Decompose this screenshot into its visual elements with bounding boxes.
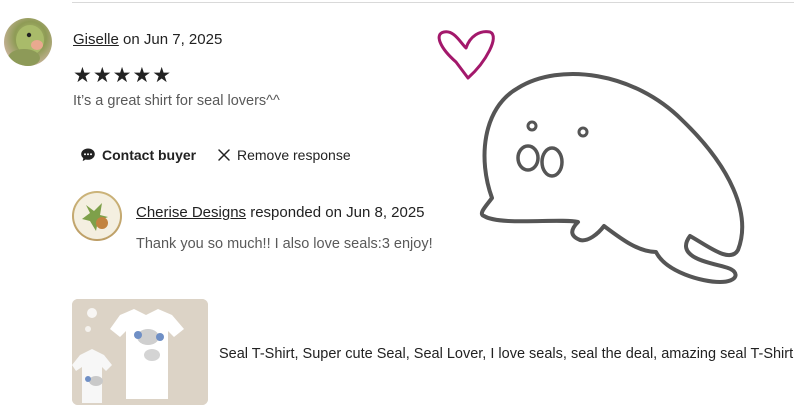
response-line: Cherise Designs responded on Jun 8, 2025 xyxy=(136,204,425,221)
review-date: on Jun 7, 2025 xyxy=(123,31,223,48)
seal-snout-right xyxy=(540,146,564,178)
shop-logo-image xyxy=(74,193,120,239)
star-rating: ★★★★★ xyxy=(73,64,173,87)
seal-tshirt-image xyxy=(72,299,208,405)
response-date: responded on Jun 8, 2025 xyxy=(250,204,425,221)
contact-buyer-button[interactable]: Contact buyer xyxy=(80,147,196,163)
remove-response-label: Remove response xyxy=(237,147,351,163)
top-divider xyxy=(72,2,794,3)
reviewer-line: Giselle on Jun 7, 2025 xyxy=(73,31,222,48)
shop-avatar[interactable] xyxy=(72,191,122,241)
heart-doodle xyxy=(437,30,495,80)
seal-eye-right xyxy=(577,126,589,138)
review-text: It’s a great shirt for seal lovers^^ xyxy=(73,93,280,109)
remove-response-button[interactable]: Remove response xyxy=(217,147,351,163)
parrot-avatar-image xyxy=(8,25,44,66)
contact-buyer-label: Contact buyer xyxy=(102,147,197,163)
product-title: Seal T-Shirt, Super cute Seal, Seal Love… xyxy=(219,346,794,362)
chat-bubble-icon xyxy=(81,148,95,162)
close-icon xyxy=(218,149,230,161)
reviewer-avatar[interactable] xyxy=(4,18,52,66)
product-thumbnail[interactable] xyxy=(72,299,208,405)
response-text: Thank you so much!! I also love seals:3 … xyxy=(136,236,433,252)
reviewer-name-link[interactable]: Giselle xyxy=(73,31,119,48)
seal-outline xyxy=(479,72,745,284)
seal-doodle-drawing xyxy=(437,30,745,284)
seal-snout-left xyxy=(516,144,540,172)
seal-eye-left xyxy=(526,120,538,132)
shop-name-link[interactable]: Cherise Designs xyxy=(136,204,246,221)
